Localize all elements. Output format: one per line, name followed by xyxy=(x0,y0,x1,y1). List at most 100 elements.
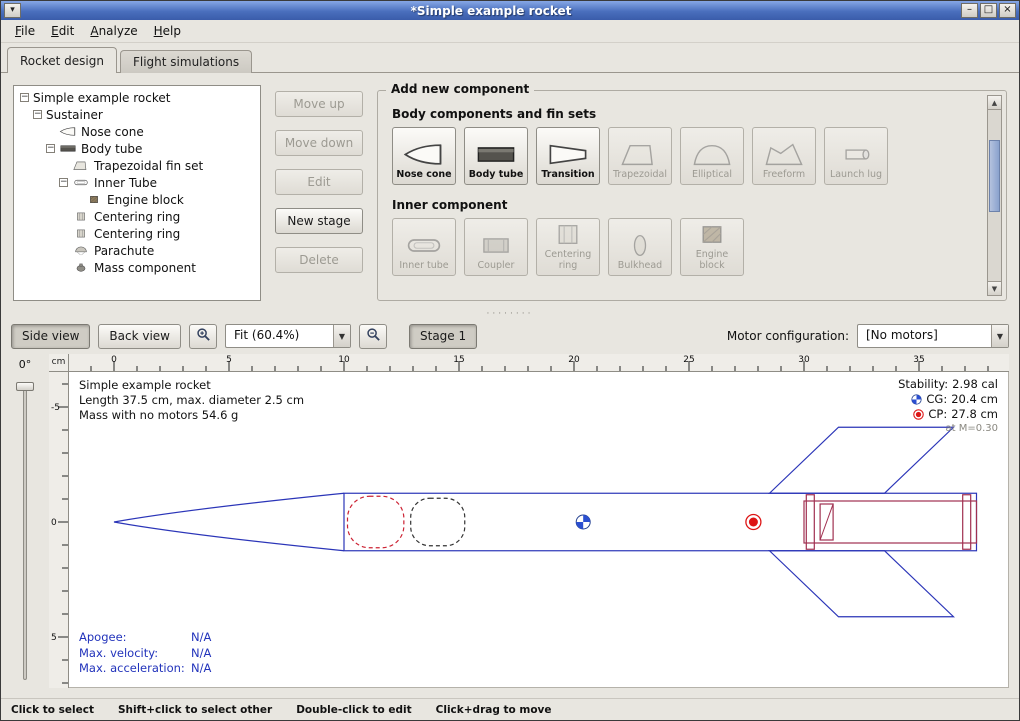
comp-button-body-tube[interactable]: Body tube xyxy=(464,127,528,185)
cg-icon xyxy=(911,394,922,405)
comp-button-label: Launch lug xyxy=(830,170,882,180)
scroll-up-icon[interactable]: ▲ xyxy=(988,96,1001,110)
tree-item-engine-block[interactable]: Engine block xyxy=(16,191,258,208)
comp-button-label: Body tube xyxy=(469,170,524,180)
side-view-button[interactable]: Side view xyxy=(11,324,90,349)
flight-stat-row: Max. velocity:N/A xyxy=(79,646,211,662)
cp-value: 27.8 cm xyxy=(951,407,998,422)
zoom-out-button[interactable] xyxy=(359,324,387,349)
window-menu-icon[interactable]: ▾ xyxy=(4,3,21,18)
motor-configuration-value: [No motors] xyxy=(858,325,991,347)
svg-text:0: 0 xyxy=(111,355,117,365)
panel-splitter[interactable]: ········ xyxy=(1,309,1019,318)
tree-item-label: Engine block xyxy=(107,193,184,207)
scroll-down-icon[interactable]: ▼ xyxy=(988,281,1001,295)
comp-button-freeform[interactable]: Freeform xyxy=(752,127,816,185)
tree-item-mass-component[interactable]: Mass component xyxy=(16,259,258,276)
delete-button[interactable]: Delete xyxy=(275,247,363,273)
v-ruler-svg: -505 xyxy=(49,372,69,688)
inner-tube-icon xyxy=(402,232,446,259)
move-up-button[interactable]: Move up xyxy=(275,91,363,117)
minimize-button[interactable]: – xyxy=(961,3,978,18)
nose-cone-icon xyxy=(59,126,77,137)
stage-1-toggle[interactable]: Stage 1 xyxy=(409,324,477,349)
fin-freeform-icon xyxy=(762,141,806,168)
motor-configuration-select[interactable]: [No motors] ▼ xyxy=(857,324,1009,348)
menu-edit[interactable]: Edit xyxy=(43,21,82,41)
comp-button-label: Coupler xyxy=(478,261,515,271)
new-stage-button[interactable]: New stage xyxy=(275,208,363,234)
tree-item-simple-example-rocket[interactable]: −Simple example rocket xyxy=(16,89,258,106)
flight-stat-label: Max. acceleration: xyxy=(79,661,191,677)
tree-item-sustainer[interactable]: −Sustainer xyxy=(16,106,258,123)
fin-trapezoidal-icon xyxy=(72,160,90,171)
comp-button-nose-cone[interactable]: Nose cone xyxy=(392,127,456,185)
comp-button-centering-ring[interactable]: Centering ring xyxy=(536,218,600,276)
rotation-slider-track[interactable] xyxy=(23,384,27,680)
rocket-canvas: 0° cm 05101520253035 -505 Simple example… xyxy=(1,354,1019,698)
tree-expander-icon[interactable]: − xyxy=(20,93,29,102)
rotation-slider-handle[interactable] xyxy=(16,382,34,391)
zoom-out-icon xyxy=(366,327,381,345)
tree-item-centering-ring[interactable]: Centering ring xyxy=(16,208,258,225)
status-hint: Shift+click to select other xyxy=(118,704,272,716)
tree-item-body-tube[interactable]: −Body tube xyxy=(16,140,258,157)
tab-rocket-design[interactable]: Rocket design xyxy=(7,47,117,73)
chevron-down-icon[interactable]: ▼ xyxy=(333,325,350,347)
engine-block-icon xyxy=(85,194,103,205)
comp-button-engine-block[interactable]: Engine block xyxy=(680,218,744,276)
zoom-in-button[interactable] xyxy=(189,324,217,349)
launch-lug-icon xyxy=(834,141,878,168)
body-tube-icon xyxy=(474,141,518,168)
rocket-info: Simple example rocket Length 37.5 cm, ma… xyxy=(79,378,304,423)
tree-item-label: Sustainer xyxy=(46,108,103,122)
centering-ring-icon xyxy=(72,211,90,222)
scrollbar-thumb[interactable] xyxy=(989,140,1000,212)
comp-button-inner-tube[interactable]: Inner tube xyxy=(392,218,456,276)
menu-help[interactable]: Help xyxy=(146,21,189,41)
tab-flight-simulations[interactable]: Flight simulations xyxy=(120,50,252,73)
tree-item-nose-cone[interactable]: Nose cone xyxy=(16,123,258,140)
move-down-button[interactable]: Move down xyxy=(275,130,363,156)
titlebar: ▾ *Simple example rocket –□× xyxy=(1,1,1019,20)
tree-expander-icon[interactable]: − xyxy=(59,178,68,187)
comp-button-trapezoidal[interactable]: Trapezoidal xyxy=(608,127,672,185)
flight-stat-row: Max. acceleration:N/A xyxy=(79,661,211,677)
edit-button[interactable]: Edit xyxy=(275,169,363,195)
zoom-select[interactable]: Fit (60.4%) ▼ xyxy=(225,324,351,348)
tab-bar: Rocket designFlight simulations xyxy=(1,43,1019,73)
close-button[interactable]: × xyxy=(999,3,1016,18)
component-tree[interactable]: −Simple example rocket−SustainerNose con… xyxy=(13,85,261,301)
menu-analyze[interactable]: Analyze xyxy=(82,21,145,41)
status-hint: Click to select xyxy=(11,704,94,716)
flight-stat-label: Apogee: xyxy=(79,630,191,646)
back-view-button[interactable]: Back view xyxy=(98,324,181,349)
tree-item-trapezoidal-fin-set[interactable]: Trapezoidal fin set xyxy=(16,157,258,174)
vertical-ruler: -505 xyxy=(49,372,69,688)
tree-item-label: Simple example rocket xyxy=(33,91,170,105)
comp-button-elliptical[interactable]: Elliptical xyxy=(680,127,744,185)
tree-expander-icon[interactable]: − xyxy=(33,110,42,119)
chevron-down-icon[interactable]: ▼ xyxy=(991,325,1008,347)
tree-item-inner-tube[interactable]: −Inner Tube xyxy=(16,174,258,191)
tree-item-centering-ring[interactable]: Centering ring xyxy=(16,225,258,242)
rocket-mass: Mass with no motors 54.6 g xyxy=(79,408,304,423)
section-label-inner-component: Inner component xyxy=(392,198,976,212)
comp-button-coupler[interactable]: Coupler xyxy=(464,218,528,276)
maximize-button[interactable]: □ xyxy=(980,3,997,18)
add-component-sections: Body components and fin setsNose coneBod… xyxy=(392,107,976,276)
menu-file[interactable]: File xyxy=(7,21,43,41)
rotation-slider[interactable] xyxy=(1,380,49,684)
component-scrollbar[interactable]: ▲ ▼ xyxy=(987,95,1002,296)
comp-button-launch-lug[interactable]: Launch lug xyxy=(824,127,888,185)
rocket-drawing-area[interactable]: Simple example rocket Length 37.5 cm, ma… xyxy=(69,372,1009,688)
tree-item-label: Trapezoidal fin set xyxy=(94,159,203,173)
svg-text:5: 5 xyxy=(226,355,232,365)
comp-button-bulkhead[interactable]: Bulkhead xyxy=(608,218,672,276)
comp-button-transition[interactable]: Transition xyxy=(536,127,600,185)
tree-expander-icon[interactable]: − xyxy=(46,144,55,153)
stability-value: 2.98 cal xyxy=(952,377,998,392)
svg-text:25: 25 xyxy=(683,355,694,365)
tree-item-parachute[interactable]: Parachute xyxy=(16,242,258,259)
coupler-icon xyxy=(474,232,518,259)
